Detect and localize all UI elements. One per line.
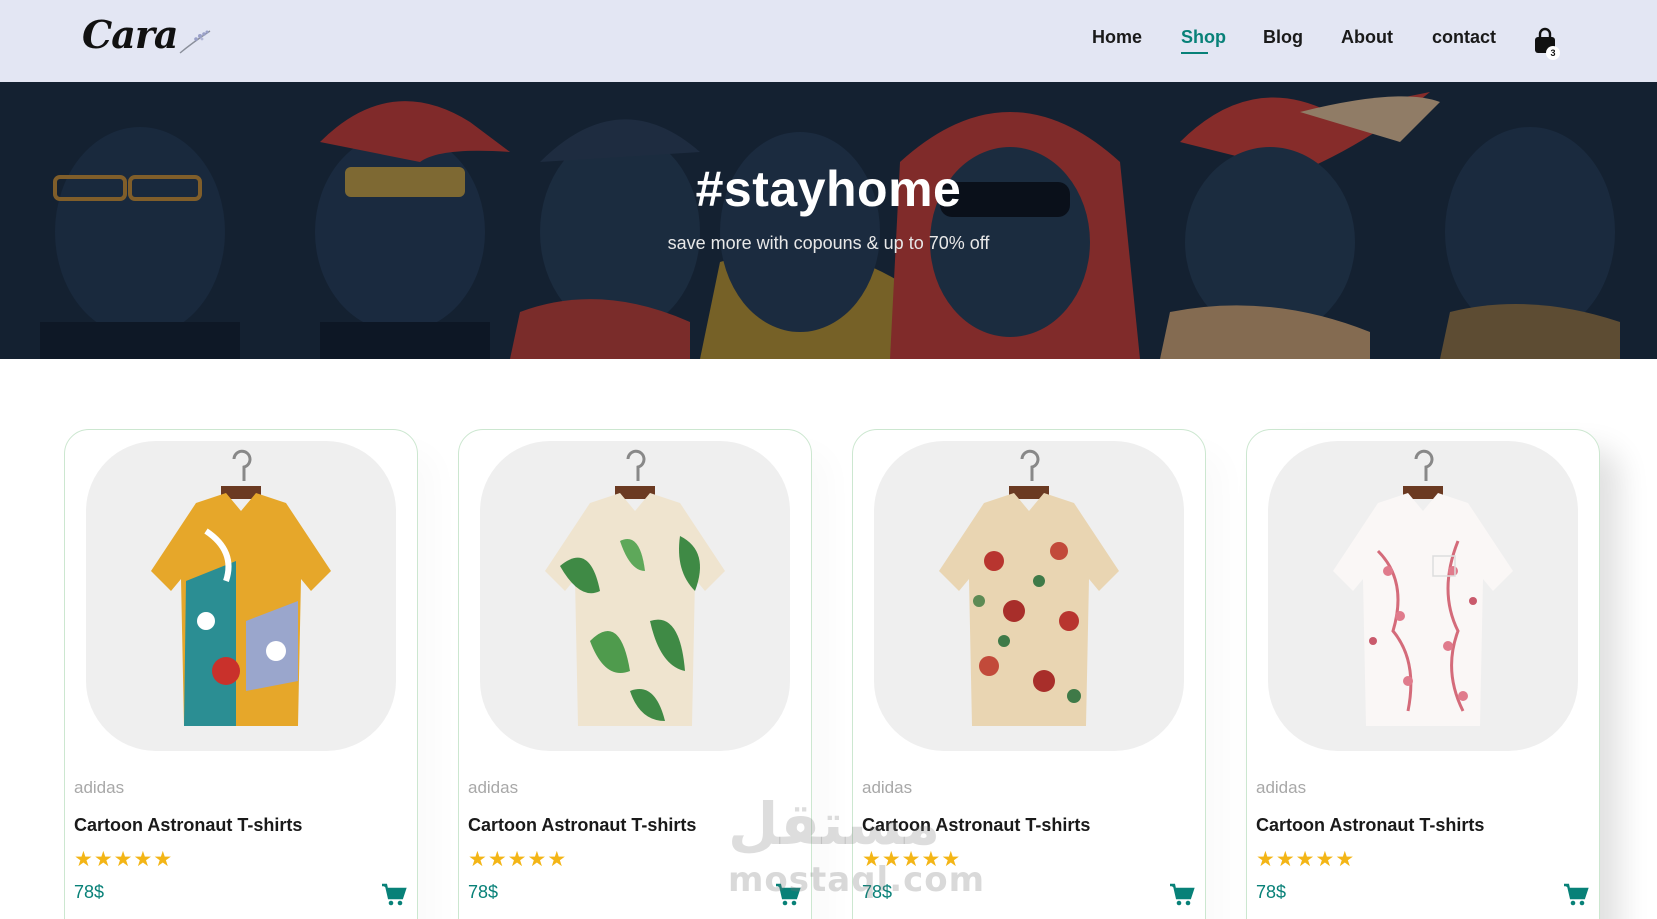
star-icon: ★ xyxy=(1275,847,1295,871)
product-price: 78$ xyxy=(74,882,105,902)
star-icon: ★ xyxy=(487,847,507,871)
product-rating: ★ ★ ★ ★ ★ xyxy=(1256,849,1354,870)
star-icon: ★ xyxy=(1295,847,1315,871)
product-name: Cartoon Astronaut T-shirts xyxy=(74,815,303,835)
cart-count-badge: 3 xyxy=(1546,46,1560,60)
product-brand: adidas xyxy=(468,778,519,797)
logo-text: Cara xyxy=(82,12,179,57)
nav-shop[interactable]: Shop xyxy=(1181,27,1226,54)
logo[interactable]: Cara xyxy=(82,12,212,57)
shirt-blossom-white-image xyxy=(1333,449,1513,726)
shirt-leaf-green-cream-image xyxy=(545,449,725,726)
star-icon: ★ xyxy=(93,847,113,871)
nav-contact[interactable]: contact xyxy=(1432,27,1496,48)
watermark-text: mostaql.com xyxy=(728,860,986,900)
watermark-arabic: مستقل xyxy=(728,790,941,858)
star-icon: ★ xyxy=(133,847,153,871)
hero-title: #stayhome xyxy=(695,161,962,217)
product-price: 78$ xyxy=(468,882,499,902)
hero-banner: #stayhome save more with copouns & up to… xyxy=(0,82,1657,359)
star-icon: ★ xyxy=(113,847,133,871)
product-image[interactable] xyxy=(874,441,1184,751)
site-header: Cara Home Shop Blog About contact 3 xyxy=(0,0,1657,82)
product-name: Cartoon Astronaut T-shirts xyxy=(1256,815,1485,835)
hero-subtitle: save more with copouns & up to 70% off xyxy=(667,233,990,253)
product-image[interactable] xyxy=(1268,441,1578,751)
nav-home[interactable]: Home xyxy=(1092,27,1142,48)
add-to-cart-icon[interactable] xyxy=(381,883,407,907)
product-card[interactable]: adidas Cartoon Astronaut T-shirts ★ ★ ★ ★ ★ … xyxy=(64,429,418,919)
product-card[interactable]: adidas Cartoon Astronaut T-shirts ★ ★ ★ ★ ★ … xyxy=(1246,429,1600,919)
product-rating: ★ ★ ★ ★ ★ xyxy=(468,849,566,870)
hero-overlay xyxy=(0,82,1657,359)
add-to-cart-icon[interactable] xyxy=(1563,883,1589,907)
star-icon: ★ xyxy=(468,847,487,871)
star-icon: ★ xyxy=(527,847,547,871)
product-image[interactable] xyxy=(86,441,396,751)
add-to-cart-icon[interactable] xyxy=(1169,883,1195,907)
nav-about[interactable]: About xyxy=(1341,27,1393,48)
product-image[interactable] xyxy=(480,441,790,751)
lavender-sprig-icon xyxy=(179,30,210,54)
product-price: 78$ xyxy=(1256,882,1287,902)
product-brand: adidas xyxy=(74,778,125,797)
product-brand: adidas xyxy=(1256,778,1307,797)
nav-blog[interactable]: Blog xyxy=(1263,27,1303,48)
star-icon: ★ xyxy=(153,847,173,871)
shirt-floral-teal-orange-image xyxy=(151,449,331,726)
star-icon: ★ xyxy=(547,847,567,871)
star-icon: ★ xyxy=(74,847,93,871)
product-rating: ★ ★ ★ ★ ★ xyxy=(74,849,172,870)
star-icon: ★ xyxy=(1315,847,1335,871)
star-icon: ★ xyxy=(1335,847,1355,871)
shirt-rose-beige-image xyxy=(939,449,1119,726)
star-icon: ★ xyxy=(1256,847,1275,871)
star-icon: ★ xyxy=(507,847,527,871)
product-name: Cartoon Astronaut T-shirts xyxy=(468,815,697,835)
